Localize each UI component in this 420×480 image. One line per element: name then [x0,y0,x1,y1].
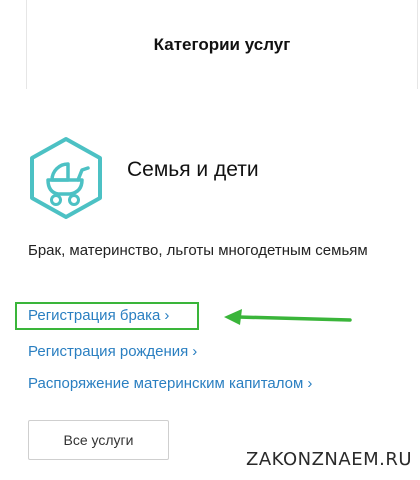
page-title: Категории услуг [153,35,291,54]
highlight-box [15,302,199,330]
baby-stroller-icon [28,136,104,220]
category-title: Семья и дети [127,158,259,181]
chevron-right-icon: › [192,343,198,360]
chevron-right-icon: › [307,375,313,392]
link-birth-registration[interactable]: Регистрация рождения › [28,343,197,360]
watermark: ZAKONZNAEM.RU [245,449,412,470]
services-page: Категории услуг Семья и дети Брак, матер… [0,0,420,480]
categories-header: Категории услуг [26,0,418,89]
link-label: Распоряжение материнским капиталом [28,375,304,392]
arrow-left-icon [222,305,354,331]
all-services-button[interactable]: Все услуги [28,420,169,460]
category-description: Брак, материнство, льготы многодетным се… [28,242,368,259]
link-maternity-capital[interactable]: Распоряжение материнским капиталом › [28,375,312,392]
link-label: Регистрация рождения [28,343,189,360]
